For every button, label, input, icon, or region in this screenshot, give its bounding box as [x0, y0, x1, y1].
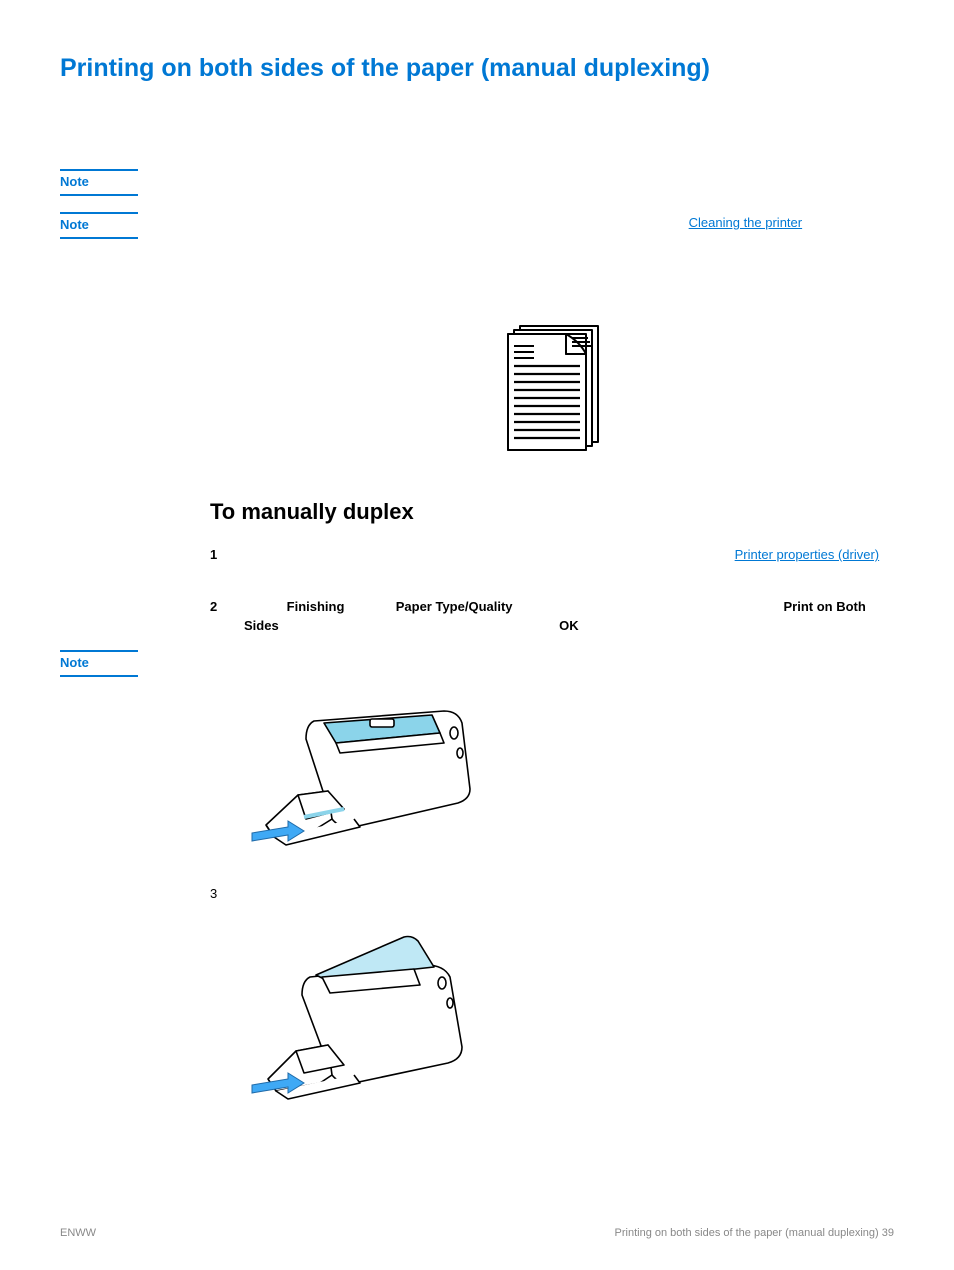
step-3-body: After side one has printed, remove the r…: [217, 885, 894, 923]
intro-text: To print on both sides of the paper (man…: [210, 126, 894, 145]
step1-text-a: Access the printer properties (or printi…: [244, 547, 735, 562]
footer-left: ENWW: [60, 1226, 96, 1242]
page-footer: ENWW Printing on both sides of the paper…: [60, 1226, 894, 1242]
step-1: 1 Access the printer properties (or prin…: [210, 546, 894, 584]
footer-right: Printing on both sides of the paper (man…: [615, 1226, 894, 1242]
page-title: Printing on both sides of the paper (man…: [60, 50, 894, 86]
s2d: tab for some Mac drivers), select the op…: [513, 599, 784, 614]
s2a: On the: [244, 599, 287, 614]
finishing-bold: Finishing: [287, 599, 345, 614]
s2f: . Print the document.: [579, 618, 699, 633]
printer-open-icon: [244, 933, 494, 1123]
section-heading: To manually duplex: [210, 496, 894, 528]
paper-stack-icon: [492, 316, 612, 456]
note-label-3: Note: [60, 650, 138, 677]
ok-bold: OK: [559, 618, 579, 633]
step-3: 3 After side one has printed, remove the…: [210, 885, 894, 923]
s2e: . Select the appropriate binding option,…: [279, 618, 559, 633]
note-1: Note Manual duplexing is supported only …: [60, 169, 894, 196]
below-notes-spacer: [210, 268, 894, 287]
note-body-1: Manual duplexing is supported only in Wi…: [138, 169, 894, 190]
step-3-number: 3: [210, 885, 217, 904]
printer-properties-link[interactable]: Printer properties (driver): [735, 547, 880, 562]
note-body-2: Manual duplexing can cause the printer t…: [138, 212, 894, 252]
note-label-2: Note: [60, 212, 138, 239]
cleaning-printer-link[interactable]: Cleaning the printer: [689, 215, 802, 230]
step-1-number: 1: [210, 546, 244, 565]
step-2-body: On the Finishing tab (the Paper Type/Qua…: [244, 598, 894, 636]
printer-figure-1: [244, 699, 894, 869]
step-2-number: 2: [210, 598, 244, 617]
printer-closed-icon: [244, 699, 494, 869]
step-1-body: Access the printer properties (or printi…: [244, 546, 894, 584]
note2-text-a: Manual duplexing can cause the printer t…: [210, 215, 689, 230]
step1-text-b: for instructions.: [244, 566, 332, 581]
step-2: 2 On the Finishing tab (the Paper Type/Q…: [210, 598, 894, 636]
s2c: tab (the: [344, 599, 395, 614]
note-label-1: Note: [60, 169, 138, 196]
printer-figure-2: [244, 933, 894, 1123]
note-3: Note Not all printer features are availa…: [60, 650, 894, 690]
paper-type-quality-bold: Paper Type/Quality: [396, 599, 513, 614]
note-body-3: Not all printer features are available f…: [138, 650, 894, 690]
paper-stack-figure: [210, 316, 894, 456]
note-2: Note Manual duplexing can cause the prin…: [60, 212, 894, 252]
